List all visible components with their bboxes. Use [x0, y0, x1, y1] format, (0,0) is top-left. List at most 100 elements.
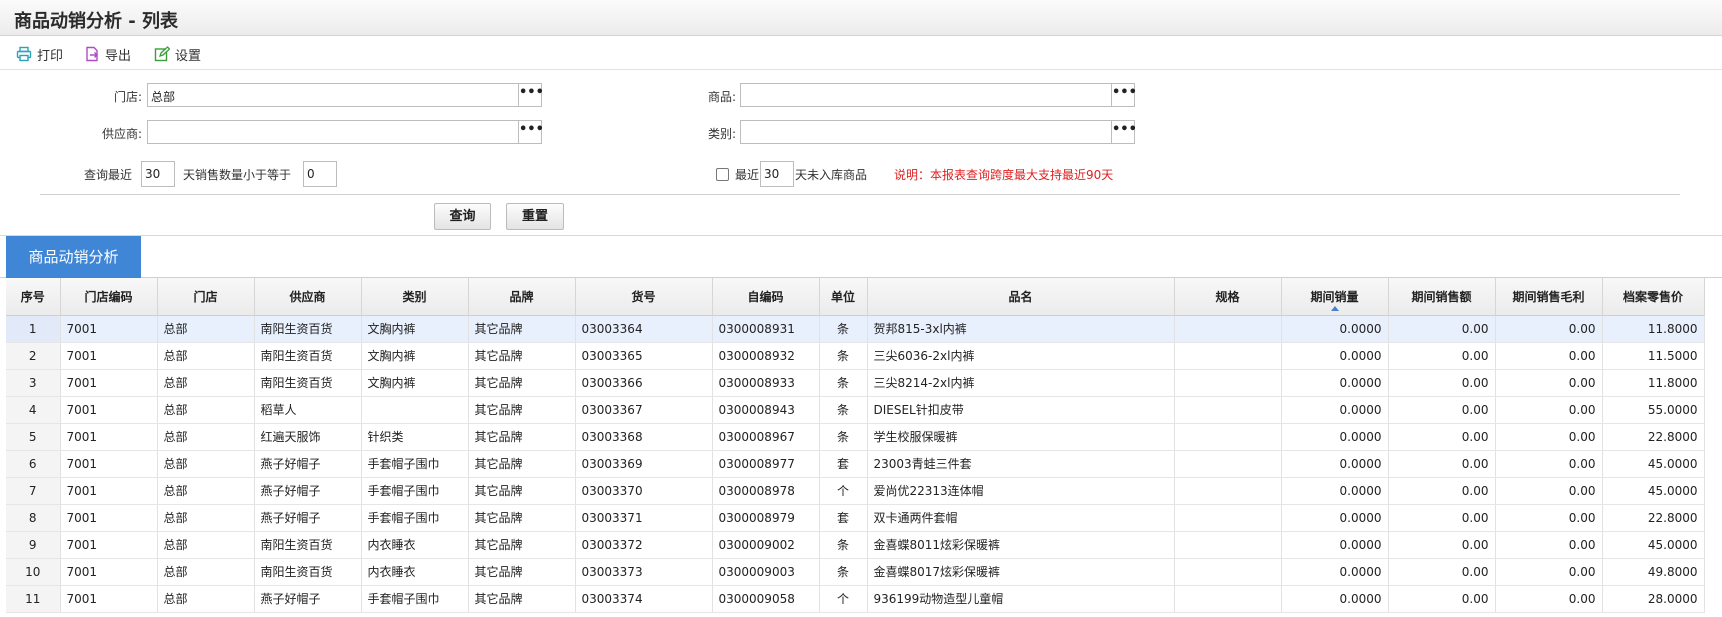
- table-row[interactable]: 6 7001 总部 燕子好帽子 手套帽子围巾 其它品牌 03003369 0300008977…: [6, 450, 1705, 478]
- table-row[interactable]: 9 7001 总部 南阳生资百货 内衣睡衣 其它品牌 03003372 0300009002 条…: [6, 531, 1705, 559]
- form-divider: [40, 194, 1680, 195]
- cell-spec: [1174, 504, 1282, 532]
- column-header-unit[interactable]: 单位: [819, 278, 868, 316]
- cell-item-no: 03003374: [575, 585, 713, 613]
- cell-store-code: 7001: [60, 369, 158, 397]
- product-field[interactable]: [740, 83, 1112, 107]
- store-picker-button[interactable]: •••: [518, 83, 544, 107]
- cell-category: 文胸内裤: [361, 315, 469, 343]
- column-header-brand[interactable]: 品牌: [468, 278, 576, 316]
- category-picker-button[interactable]: •••: [1111, 120, 1137, 144]
- column-header-item-no[interactable]: 货号: [575, 278, 713, 316]
- category-label: 类别:: [707, 127, 736, 141]
- cell-brand: 其它品牌: [468, 585, 576, 613]
- cell-period-profit: 0.00: [1495, 504, 1603, 532]
- column-header-index[interactable]: 序号: [6, 278, 61, 316]
- product-picker-button[interactable]: •••: [1111, 83, 1137, 107]
- cell-brand: 其它品牌: [468, 558, 576, 586]
- cell-self-code: 0300009003: [712, 558, 820, 586]
- supplier-field[interactable]: [147, 120, 519, 144]
- store-label: 门店:: [113, 90, 142, 104]
- cell-period-qty: 0.0000: [1281, 342, 1389, 370]
- column-header-self-code[interactable]: 自编码: [712, 278, 820, 316]
- cell-index: 3: [6, 369, 61, 397]
- qty-threshold-input[interactable]: 0: [303, 161, 337, 187]
- cell-unit: 套: [819, 504, 868, 532]
- no-stock-days-input[interactable]: 30: [760, 161, 794, 187]
- cell-period-sales: 0.00: [1388, 558, 1496, 586]
- column-header-period-profit[interactable]: 期间销售毛利: [1495, 278, 1603, 316]
- settings-button[interactable]: 设置: [154, 44, 201, 64]
- table-row[interactable]: 11 7001 总部 燕子好帽子 手套帽子围巾 其它品牌 03003374 030000905…: [6, 585, 1705, 613]
- table-row[interactable]: 10 7001 总部 南阳生资百货 内衣睡衣 其它品牌 03003373 0300009003…: [6, 558, 1705, 586]
- cell-product-name: 23003青蛙三件套: [867, 450, 1175, 478]
- cell-supplier: 南阳生资百货: [254, 558, 362, 586]
- supplier-picker-button[interactable]: •••: [518, 120, 544, 144]
- cell-product-name: 936199动物造型儿童帽: [867, 585, 1175, 613]
- cell-brand: 其它品牌: [468, 396, 576, 424]
- cell-product-name: 爱尚优22313连体帽: [867, 477, 1175, 505]
- column-header-retail-price[interactable]: 档案零售价: [1602, 278, 1705, 316]
- cell-period-profit: 0.00: [1495, 369, 1603, 397]
- recent-days-input[interactable]: 30: [141, 161, 175, 187]
- no-stock-checkbox[interactable]: [716, 168, 729, 181]
- cell-spec: [1174, 423, 1282, 451]
- cell-product-name: 贺邦815-3xl内裤: [867, 315, 1175, 343]
- table-row[interactable]: 5 7001 总部 红遍天服饰 针织类 其它品牌 03003368 0300008967 条学生…: [6, 423, 1705, 451]
- cell-period-qty: 0.0000: [1281, 396, 1389, 424]
- table-row[interactable]: 3 7001 总部 南阳生资百货 文胸内裤 其它品牌 03003366 0300008933 条…: [6, 369, 1705, 397]
- export-button[interactable]: 导出: [84, 44, 131, 64]
- column-header-store[interactable]: 门店: [157, 278, 255, 316]
- cell-store-code: 7001: [60, 342, 158, 370]
- cell-index: 5: [6, 423, 61, 451]
- table-row[interactable]: 1 7001 总部 南阳生资百货 文胸内裤 其它品牌 03003364 0300008931 条…: [6, 315, 1705, 343]
- cell-self-code: 0300008933: [712, 369, 820, 397]
- column-header-period-sales[interactable]: 期间销售额: [1388, 278, 1496, 316]
- column-header-category[interactable]: 类别: [361, 278, 469, 316]
- cell-store-code: 7001: [60, 504, 158, 532]
- category-field[interactable]: [740, 120, 1112, 144]
- column-header-product-name[interactable]: 品名: [867, 278, 1175, 316]
- column-header-store-code[interactable]: 门店编码: [60, 278, 158, 316]
- cell-retail-price: 45.0000: [1602, 477, 1705, 505]
- print-label: 打印: [37, 48, 64, 64]
- cell-brand: 其它品牌: [468, 315, 576, 343]
- cell-supplier: 南阳生资百货: [254, 531, 362, 559]
- no-stock-prefix: 最近: [735, 168, 760, 182]
- cell-period-qty: 0.0000: [1281, 315, 1389, 343]
- cell-period-sales: 0.00: [1388, 531, 1496, 559]
- cell-index: 7: [6, 477, 61, 505]
- cell-brand: 其它品牌: [468, 477, 576, 505]
- cell-period-sales: 0.00: [1388, 342, 1496, 370]
- cell-product-name: 金喜蝶8017炫彩保暖裤: [867, 558, 1175, 586]
- cell-product-name: 金喜蝶8011炫彩保暖裤: [867, 531, 1175, 559]
- cell-supplier: 南阳生资百货: [254, 315, 362, 343]
- table-row[interactable]: 8 7001 总部 燕子好帽子 手套帽子围巾 其它品牌 03003371 0300008979…: [6, 504, 1705, 532]
- column-header-spec[interactable]: 规格: [1174, 278, 1282, 316]
- cell-brand: 其它品牌: [468, 504, 576, 532]
- tab-product-sales-analysis[interactable]: 商品动销分析: [6, 236, 141, 278]
- cell-spec: [1174, 531, 1282, 559]
- column-header-period-qty[interactable]: 期间销量: [1281, 278, 1389, 316]
- cell-index: 4: [6, 396, 61, 424]
- column-header-supplier[interactable]: 供应商: [254, 278, 362, 316]
- cell-item-no: 03003367: [575, 396, 713, 424]
- table-row[interactable]: 7 7001 总部 燕子好帽子 手套帽子围巾 其它品牌 03003370 0300008978…: [6, 477, 1705, 505]
- cell-period-sales: 0.00: [1388, 504, 1496, 532]
- print-button[interactable]: 打印: [16, 44, 63, 64]
- reset-button[interactable]: 重置: [506, 203, 564, 230]
- table-row[interactable]: 2 7001 总部 南阳生资百货 文胸内裤 其它品牌 03003365 0300008932 条…: [6, 342, 1705, 370]
- query-button[interactable]: 查询: [434, 203, 491, 230]
- cell-store: 总部: [157, 585, 255, 613]
- cell-period-qty: 0.0000: [1281, 585, 1389, 613]
- cell-period-sales: 0.00: [1388, 369, 1496, 397]
- store-field[interactable]: 总部: [147, 83, 519, 107]
- cell-category: 文胸内裤: [361, 369, 469, 397]
- cell-category: 手套帽子围巾: [361, 450, 469, 478]
- export-icon: [86, 46, 98, 62]
- toolbar: 打印 导出 设置: [0, 36, 1722, 70]
- tab-strip: 商品动销分析: [0, 236, 1722, 278]
- cell-store: 总部: [157, 423, 255, 451]
- qty-threshold-label: 天销售数量小于等于: [183, 168, 292, 182]
- table-row[interactable]: 4 7001 总部 稻草人 其它品牌 03003367 0300008943 条 DIESEL针…: [6, 396, 1705, 424]
